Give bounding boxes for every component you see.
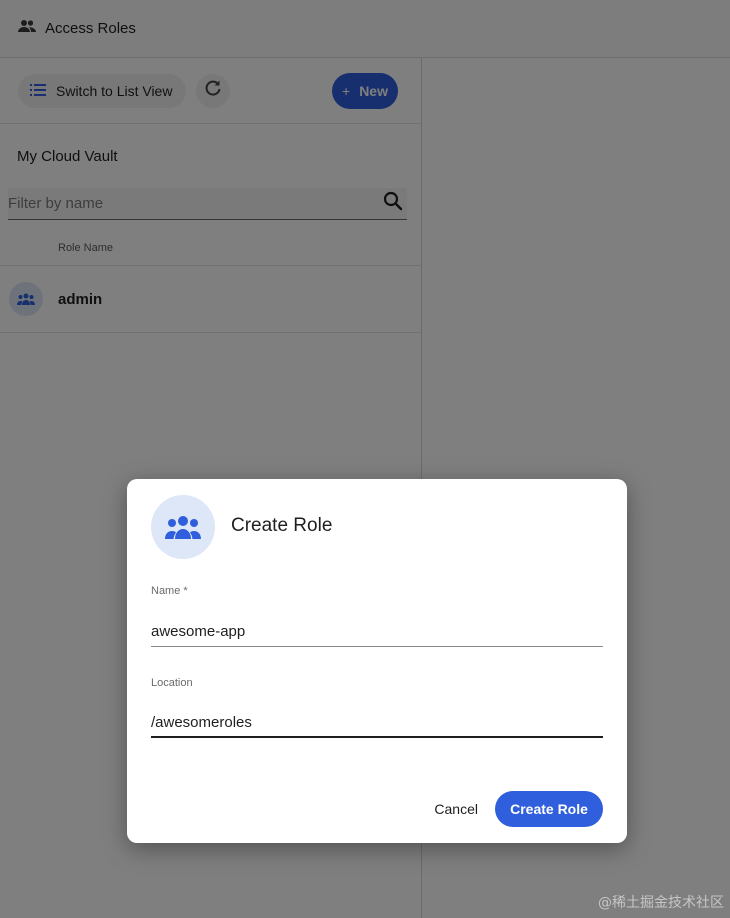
dialog-actions: Cancel Create Role [434, 791, 603, 827]
name-field [151, 617, 603, 647]
name-input[interactable] [151, 617, 603, 645]
location-input[interactable] [151, 708, 603, 736]
watermark: @稀土掘金技术社区 [598, 895, 724, 911]
cancel-button[interactable]: Cancel [434, 801, 478, 817]
dialog-title: Create Role [231, 515, 333, 536]
group-icon [151, 495, 215, 559]
location-field [151, 708, 603, 738]
create-role-button[interactable]: Create Role [495, 791, 603, 827]
name-label: Name * [151, 585, 188, 597]
location-label: Location [151, 677, 193, 689]
create-role-dialog: Create Role Name * Location Cancel Creat… [127, 479, 627, 843]
